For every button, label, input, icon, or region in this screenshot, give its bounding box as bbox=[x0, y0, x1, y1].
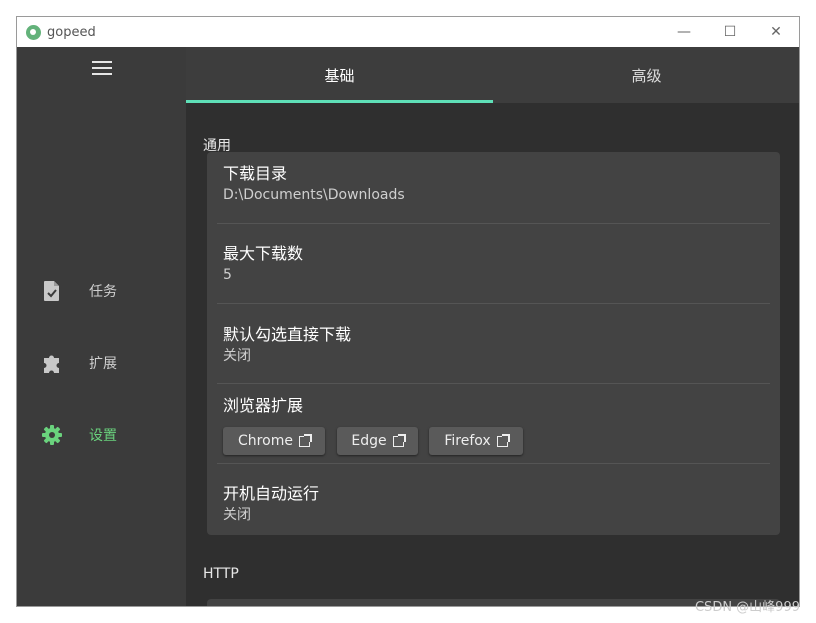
window-controls: — ☐ ✕ bbox=[661, 17, 799, 47]
setting-row-browser-extension: 浏览器扩展 Chrome Edge Firefox bbox=[223, 396, 770, 460]
open-external-icon bbox=[392, 433, 406, 447]
tab-label: 基础 bbox=[324, 66, 355, 85]
gear-icon bbox=[41, 424, 63, 446]
tab-advanced[interactable]: 高级 bbox=[493, 47, 799, 103]
window-title: gopeed bbox=[47, 24, 96, 40]
close-button[interactable]: ✕ bbox=[753, 17, 799, 47]
button-label: Chrome bbox=[238, 433, 293, 449]
firefox-extension-button[interactable]: Firefox bbox=[429, 427, 523, 455]
setting-value: D:\Documents\Downloads bbox=[223, 187, 405, 203]
divider bbox=[217, 463, 770, 464]
app-window: gopeed — ☐ ✕ 任务 扩展 设置 基础 高级 通用 下载目录 D:\D… bbox=[16, 16, 800, 607]
setting-row-default-direct-download[interactable]: 默认勾选直接下载 关闭 bbox=[223, 325, 770, 366]
sidebar-item-label: 任务 bbox=[89, 284, 117, 300]
setting-value: 关闭 bbox=[223, 507, 251, 523]
minimize-button[interactable]: — bbox=[661, 17, 707, 47]
sidebar-item-settings[interactable]: 设置 bbox=[17, 415, 186, 455]
task-file-icon bbox=[41, 280, 63, 302]
sidebar: 任务 扩展 设置 bbox=[17, 47, 186, 606]
open-external-icon bbox=[298, 433, 312, 447]
sidebar-item-label: 扩展 bbox=[89, 356, 117, 372]
tab-indicator bbox=[186, 100, 493, 103]
puzzle-icon bbox=[41, 352, 63, 374]
general-settings-card: 下载目录 D:\Documents\Downloads 最大下载数 5 默认勾选… bbox=[207, 152, 780, 535]
gopeed-logo-icon bbox=[26, 24, 41, 40]
edge-extension-button[interactable]: Edge bbox=[337, 427, 418, 455]
sidebar-item-label: 设置 bbox=[89, 428, 117, 444]
title-bar: gopeed — ☐ ✕ bbox=[17, 17, 799, 47]
setting-row-download-dir[interactable]: 下载目录 D:\Documents\Downloads bbox=[223, 164, 770, 205]
tab-label: 高级 bbox=[631, 66, 662, 85]
setting-title: 浏览器扩展 bbox=[223, 396, 304, 415]
divider bbox=[217, 223, 770, 224]
sidebar-item-tasks[interactable]: 任务 bbox=[17, 271, 186, 311]
setting-value: 关闭 bbox=[223, 348, 251, 364]
sidebar-item-extensions[interactable]: 扩展 bbox=[17, 343, 186, 383]
button-label: Firefox bbox=[444, 433, 491, 449]
maximize-button[interactable]: ☐ bbox=[707, 17, 753, 47]
settings-main: 基础 高级 通用 下载目录 D:\Documents\Downloads 最大下… bbox=[186, 47, 799, 606]
setting-row-auto-start[interactable]: 开机自动运行 关闭 bbox=[223, 484, 770, 525]
setting-title: 默认勾选直接下载 bbox=[223, 325, 352, 344]
setting-title: 开机自动运行 bbox=[223, 484, 320, 503]
setting-row-max-downloads[interactable]: 最大下载数 5 bbox=[223, 244, 770, 285]
chrome-extension-button[interactable]: Chrome bbox=[223, 427, 325, 455]
setting-value: 5 bbox=[223, 267, 232, 283]
divider bbox=[217, 303, 770, 304]
divider bbox=[217, 383, 770, 384]
button-label: Edge bbox=[351, 433, 387, 449]
tab-basic[interactable]: 基础 bbox=[186, 47, 493, 103]
open-external-icon bbox=[496, 433, 510, 447]
tab-bar: 基础 高级 bbox=[186, 47, 799, 103]
setting-title: 最大下载数 bbox=[223, 244, 304, 263]
hamburger-menu-icon[interactable] bbox=[92, 61, 112, 75]
section-title-http: HTTP bbox=[203, 566, 239, 582]
watermark: CSDN @山峰999 bbox=[694, 600, 800, 615]
setting-title: 下载目录 bbox=[223, 164, 288, 183]
